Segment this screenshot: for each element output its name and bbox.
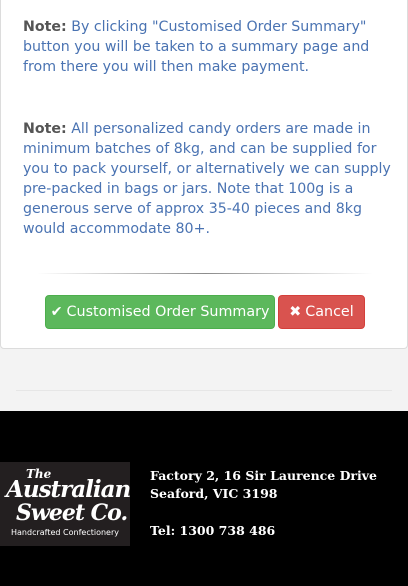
address-line-2: Seaford, VIC 3198 <box>150 486 278 501</box>
address-line-1: Factory 2, 16 Sir Laurence Drive <box>150 468 377 483</box>
footer: The Australian Sweet Co. Handcrafted Con… <box>0 411 408 586</box>
note-text: All personalized candy orders are made i… <box>23 121 391 237</box>
summary-button-label: Customised Order Summary <box>66 304 270 320</box>
cancel-button-label: Cancel <box>305 304 354 320</box>
logo-tagline: Handcrafted Confectionery <box>11 528 119 537</box>
times-icon: ✖ <box>289 304 302 320</box>
logo-text: Australian <box>6 476 130 503</box>
payment-note: Note: By clicking "Customised Order Summ… <box>23 17 393 77</box>
note-label: Note: <box>23 121 67 137</box>
section-divider <box>16 390 392 391</box>
phone-number[interactable]: Tel: 1300 738 486 <box>150 522 275 540</box>
batch-note: Note: All personalized candy orders are … <box>23 119 393 239</box>
order-panel: Note: By clicking "Customised Order Summ… <box>0 0 408 349</box>
brand-logo[interactable]: The Australian Sweet Co. Handcrafted Con… <box>0 462 130 546</box>
customised-order-summary-button[interactable]: ✔ Customised Order Summary <box>45 295 275 329</box>
divider <box>37 273 373 274</box>
note-label: Note: <box>23 19 67 35</box>
cancel-button[interactable]: ✖ Cancel <box>278 295 365 329</box>
check-icon: ✔ <box>50 304 63 320</box>
logo-text: Sweet Co. <box>16 500 128 526</box>
note-text: By clicking "Customised Order Summary" b… <box>23 19 370 75</box>
